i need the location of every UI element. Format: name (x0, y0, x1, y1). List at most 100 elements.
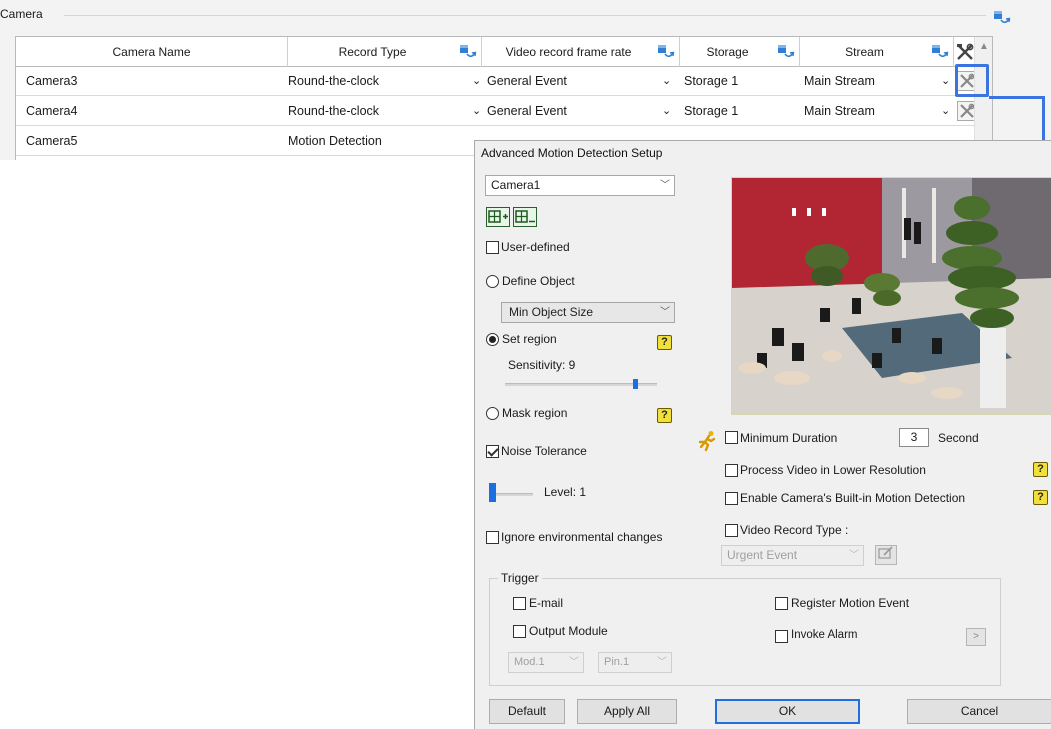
camera-name-cell: Camera5 (26, 134, 78, 148)
chevron-down-icon[interactable]: ⌄ (941, 67, 950, 95)
min-duration-unit: Second (938, 431, 979, 445)
record-type-cell[interactable]: Motion Detection (278, 127, 482, 156)
motion-detection-dialog: Advanced Motion Detection Setup Camera1 … (474, 140, 1051, 729)
mask-region-radio[interactable] (486, 407, 499, 420)
col-record-type[interactable]: Record Type (288, 37, 482, 67)
output-module-label: Output Module (529, 624, 608, 638)
video-record-type-checkbox[interactable] (725, 524, 738, 537)
module-select[interactable]: Mod.1 ﹀ (508, 652, 584, 673)
invoke-alarm-checkbox[interactable] (775, 630, 788, 643)
storage-cell[interactable]: Storage 1 (674, 67, 794, 96)
define-object-label: Define Object (502, 274, 575, 288)
record-type-cell[interactable]: Round-the-clock (278, 67, 482, 96)
lobby-scene-image (732, 178, 1051, 414)
col-stream-label: Stream (845, 45, 884, 59)
video-record-type-select[interactable]: Urgent Event ﹀ (721, 545, 864, 566)
col-record-type-label: Record Type (338, 45, 407, 59)
lower-resolution-checkbox[interactable] (725, 464, 738, 477)
ignore-env-label: Ignore environmental changes (501, 530, 663, 544)
chevron-down-icon[interactable]: ⌄ (662, 97, 671, 125)
grid-minus-icon (515, 210, 535, 223)
define-object-radio[interactable] (486, 275, 499, 288)
ok-button[interactable]: OK (715, 699, 860, 724)
pin-select[interactable]: Pin.1 ﹀ (598, 652, 672, 673)
noise-tolerance-checkbox[interactable] (486, 445, 499, 458)
scroll-up-icon[interactable]: ▲ (979, 41, 989, 52)
sensitivity-slider-thumb[interactable] (633, 379, 638, 389)
builtin-motion-label: Enable Camera's Built-in Motion Detectio… (740, 491, 966, 505)
trigger-group: Trigger E-mail Output Module Mod.1 ﹀ Pin… (489, 571, 1001, 686)
help-icon[interactable]: ? (657, 408, 672, 423)
apply-to-all-icon[interactable] (777, 44, 795, 60)
register-motion-checkbox[interactable] (775, 597, 788, 610)
frame-rate-cell[interactable]: General Event (477, 97, 675, 126)
apply-to-all-icon[interactable] (459, 44, 477, 60)
set-region-radio[interactable] (486, 333, 499, 346)
chevron-down-icon[interactable]: ⌄ (662, 67, 671, 95)
chevron-down-icon: ﹀ (657, 657, 667, 668)
camera-panel-title: Camera (0, 7, 47, 21)
col-storage[interactable]: Storage (680, 37, 800, 67)
min-duration-input[interactable]: 3 (899, 428, 929, 447)
user-defined-label: User-defined (501, 240, 570, 254)
stream-cell[interactable]: Main Stream (794, 67, 944, 96)
apply-all-button[interactable]: Apply All (577, 699, 677, 724)
stream-cell[interactable]: Main Stream (794, 97, 944, 126)
min-object-select[interactable]: Min Object Size ﹀ (501, 302, 675, 323)
camera-select[interactable]: Camera1 ﹀ (485, 175, 675, 196)
add-grid-button[interactable] (486, 207, 510, 227)
storage-cell[interactable]: Storage 1 (674, 97, 794, 126)
noise-level-slider[interactable] (495, 493, 533, 496)
apply-to-all-icon[interactable] (993, 10, 1011, 26)
camera-preview-image[interactable] (731, 177, 1051, 415)
pin-select-value: Pin.1 (604, 656, 630, 668)
cancel-button[interactable]: Cancel (907, 699, 1051, 724)
col-frame-rate-label: Video record frame rate (505, 45, 632, 59)
register-motion-label: Register Motion Event (791, 596, 910, 610)
invoke-alarm-label: Invoke Alarm (791, 629, 858, 641)
help-icon[interactable]: ? (1033, 462, 1048, 477)
record-type-cell[interactable]: Round-the-clock (278, 97, 482, 126)
email-checkbox[interactable] (513, 597, 526, 610)
mask-region-label: Mask region (502, 406, 568, 420)
noise-level-slider-thumb[interactable] (489, 483, 496, 502)
noise-tolerance-label: Noise Tolerance (501, 444, 587, 458)
min-duration-checkbox[interactable] (725, 431, 738, 444)
default-button[interactable]: Default (489, 699, 565, 724)
video-record-type-label: Video Record Type : (740, 523, 849, 537)
col-camera-name[interactable]: Camera Name (16, 37, 288, 67)
chevron-down-icon: ﹀ (660, 307, 670, 318)
output-module-checkbox[interactable] (513, 625, 526, 638)
col-storage-label: Storage (706, 45, 749, 59)
col-tools[interactable] (954, 37, 976, 67)
chevron-down-icon: ﹀ (569, 657, 579, 668)
chevron-down-icon[interactable]: ⌄ (941, 97, 950, 125)
min-object-value: Min Object Size (509, 305, 594, 319)
trigger-legend: Trigger (498, 571, 542, 585)
sensitivity-label: Sensitivity: 9 (508, 358, 576, 372)
camera-name-cell: Camera3 (26, 74, 78, 88)
frame-rate-cell[interactable]: General Event (477, 67, 675, 96)
apply-to-all-icon[interactable] (931, 44, 949, 60)
apply-to-all-icon[interactable] (657, 44, 675, 60)
tools-icon[interactable] (955, 42, 975, 62)
help-icon[interactable]: ? (1033, 490, 1048, 505)
camera-select-value: Camera1 (491, 178, 541, 192)
user-defined-checkbox[interactable] (486, 241, 499, 254)
video-record-type-value: Urgent Event (727, 548, 798, 562)
noise-level-label: Level: 1 (544, 485, 587, 499)
col-stream[interactable]: Stream (800, 37, 954, 67)
divider (64, 15, 986, 16)
dialog-title: Advanced Motion Detection Setup (481, 146, 663, 160)
col-frame-rate[interactable]: Video record frame rate (482, 37, 680, 67)
table-row[interactable]: Camera4 Round-the-clock ⌄ General Event … (16, 97, 992, 126)
motion-running-icon (698, 431, 716, 452)
help-icon[interactable]: ? (657, 335, 672, 350)
builtin-motion-checkbox[interactable] (725, 492, 738, 505)
table-row[interactable]: Camera3 Round-the-clock ⌄ General Event … (16, 67, 992, 96)
invoke-alarm-settings-button[interactable]: > (966, 628, 986, 646)
remove-grid-button[interactable] (513, 207, 537, 227)
ignore-env-checkbox[interactable] (486, 531, 499, 544)
min-duration-label: Minimum Duration (740, 431, 838, 445)
edit-record-type-button[interactable] (875, 545, 897, 565)
